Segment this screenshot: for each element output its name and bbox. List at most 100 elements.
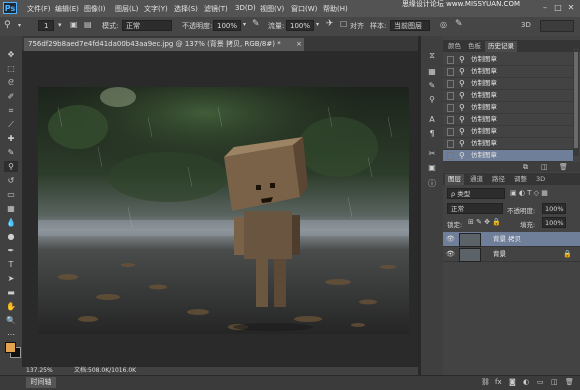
tab-color[interactable]: 颜色	[445, 41, 464, 52]
align-checkbox[interactable]: ☐	[340, 21, 347, 29]
link-layers-icon[interactable]: ⛓	[481, 378, 490, 386]
trash-icon[interactable]: 🗑	[559, 163, 568, 171]
menu-layer[interactable]: 图层(L)	[115, 4, 138, 14]
new-snapshot-icon[interactable]: ◫	[541, 163, 548, 171]
new-group-icon[interactable]: ▭	[537, 378, 544, 386]
menu-window[interactable]: 窗口(W)	[291, 4, 317, 14]
eyedropper-tool-icon[interactable]: ⟋	[4, 119, 18, 130]
history-item[interactable]: ⚲ 仿制图章	[443, 90, 573, 102]
pen-tool-icon[interactable]: ✒	[4, 245, 18, 256]
history-checkbox[interactable]	[447, 104, 454, 112]
minimize-icon[interactable]: –	[540, 3, 550, 13]
brush-settings-icon[interactable]: ▦	[426, 66, 438, 77]
hand-tool-icon[interactable]: ✋	[4, 301, 18, 312]
menu-image[interactable]: 图像(I)	[84, 4, 106, 14]
menu-select[interactable]: 选择(S)	[174, 4, 198, 14]
airbrush-icon[interactable]: ✈	[326, 20, 334, 29]
tab-swatches[interactable]: 色板	[465, 41, 484, 52]
visibility-eye-icon[interactable]: 👁	[446, 250, 455, 258]
foreground-color-front[interactable]	[5, 342, 16, 353]
menu-3d[interactable]: 3D(D)	[235, 4, 256, 12]
fill-field[interactable]: 100%	[542, 217, 566, 228]
new-layer-icon[interactable]: ◫	[551, 378, 558, 386]
zoom-tool-icon[interactable]: 🔍	[4, 315, 18, 326]
layer-name[interactable]: 背景	[493, 247, 506, 261]
filter-pixel-icon[interactable]: ▣ ◐ T ◇ ▦	[510, 189, 548, 197]
new-document-from-state-icon[interactable]: ⧉	[523, 163, 528, 172]
layer-row[interactable]: 👁 背景 🔒	[443, 247, 580, 262]
history-item[interactable]: ⚲ 仿制图章	[443, 66, 573, 78]
dodge-tool-icon[interactable]: ●	[4, 231, 18, 242]
history-item[interactable]: ⚲ 仿制图章	[443, 138, 573, 150]
document-info[interactable]: 文档:508.0K/1016.0K	[74, 366, 136, 375]
brush-preset-icon[interactable]: ▾	[58, 22, 62, 29]
more-tools-icon[interactable]: ⋯	[4, 329, 18, 340]
history-item[interactable]: ⚲ 仿制图章	[443, 102, 573, 114]
layer-name[interactable]: 背景 拷贝	[493, 232, 521, 246]
history-scroll-thumb[interactable]	[574, 52, 578, 148]
flow-field[interactable]: 100%	[286, 20, 314, 31]
tools-preset-icon[interactable]: ✂	[426, 148, 438, 159]
dropdown-arrow-icon[interactable]: ▾	[18, 23, 21, 29]
history-checkbox[interactable]	[447, 128, 454, 136]
layer-row-selected[interactable]: 👁 背景 拷贝	[443, 232, 580, 247]
history-checkbox[interactable]	[447, 140, 454, 148]
clone-source-panel-icon[interactable]: ⚲	[426, 94, 438, 105]
zoom-level[interactable]: 137.25%	[26, 366, 53, 375]
history-checkbox[interactable]	[447, 92, 454, 100]
history-item[interactable]: ⚲ 仿制图章	[443, 114, 573, 126]
history-checkbox[interactable]	[447, 68, 454, 76]
tab-channels[interactable]: 通道	[467, 174, 486, 185]
path-select-tool-icon[interactable]: ➤	[4, 273, 18, 284]
history-item-selected[interactable]: ⚲ 仿制图章	[443, 150, 573, 162]
adjustment-layer-icon[interactable]: ◐	[523, 378, 529, 386]
timeline-tab[interactable]: 时间轴	[26, 377, 56, 388]
ignore-adjustment-icon[interactable]: ◎	[440, 21, 447, 29]
document-tab[interactable]: 756df29b8aed7e4fd41da00b43aa9ec.jpg @ 13…	[24, 38, 304, 51]
history-brush-tool-icon[interactable]: ↺	[4, 175, 18, 186]
canvas-photo[interactable]	[38, 87, 409, 334]
gradient-tool-icon[interactable]: ▦	[4, 203, 18, 214]
quick-select-tool-icon[interactable]: ✐	[4, 91, 18, 102]
mode-select[interactable]: 正常	[122, 20, 172, 31]
history-checkbox[interactable]	[447, 116, 454, 124]
menu-file[interactable]: 文件(F)	[27, 4, 51, 14]
maximize-icon[interactable]: □	[553, 3, 563, 13]
workspace-3d-label[interactable]: 3D	[521, 21, 531, 29]
clone-stamp-tool-button-icon[interactable]: ⚲	[4, 161, 18, 172]
brush-size-field[interactable]: 1	[38, 20, 54, 31]
type-tool-icon[interactable]: T	[4, 259, 18, 270]
tab-paths[interactable]: 路径	[489, 174, 508, 185]
navigator-icon[interactable]: ▣	[426, 162, 438, 173]
flow-dropdown-icon[interactable]: ▾	[316, 22, 319, 28]
delete-layer-icon[interactable]: 🗑	[565, 378, 574, 386]
eraser-tool-icon[interactable]: ▭	[4, 189, 18, 200]
marquee-tool-icon[interactable]: ⬚	[4, 63, 18, 74]
history-item[interactable]: ⚲ 仿制图章	[443, 126, 573, 138]
layer-filter-select[interactable]: ρ 类型	[447, 188, 505, 199]
paragraph-panel-icon[interactable]: ¶	[426, 128, 438, 139]
blend-mode-select[interactable]: 正常	[447, 203, 503, 214]
tab-3d[interactable]: 3D	[533, 174, 548, 185]
menu-type[interactable]: 文字(Y)	[144, 4, 168, 14]
sample-select[interactable]: 当前图层	[390, 20, 430, 31]
brush-panel-icon[interactable]: ▣	[70, 21, 78, 29]
menu-view[interactable]: 视图(V)	[260, 4, 284, 14]
history-checkbox[interactable]	[447, 56, 454, 64]
history-checkbox[interactable]	[447, 152, 454, 160]
tab-layers[interactable]: 图层	[445, 174, 464, 185]
menu-help[interactable]: 帮助(H)	[323, 4, 348, 14]
tab-history[interactable]: 历史记录	[485, 41, 517, 52]
character-panel-icon[interactable]: A	[426, 114, 438, 125]
lock-icons[interactable]: ⊞ ✎ ✥ 🔒	[468, 218, 501, 226]
close-window-icon[interactable]: ✕	[566, 3, 576, 13]
menu-filter[interactable]: 滤镜(T)	[204, 4, 228, 14]
shape-tool-icon[interactable]: ▬	[4, 287, 18, 298]
clone-source-icon[interactable]: ▤	[84, 21, 92, 29]
layer-mask-icon[interactable]: ◙	[509, 378, 516, 386]
blur-tool-icon[interactable]: 💧	[4, 217, 18, 228]
tab-adjustments[interactable]: 调整	[511, 174, 530, 185]
crop-tool-icon[interactable]: ⌗	[4, 105, 18, 116]
document-close-icon[interactable]: ×	[296, 38, 302, 51]
brush-presets-icon[interactable]: ✎	[426, 80, 438, 91]
